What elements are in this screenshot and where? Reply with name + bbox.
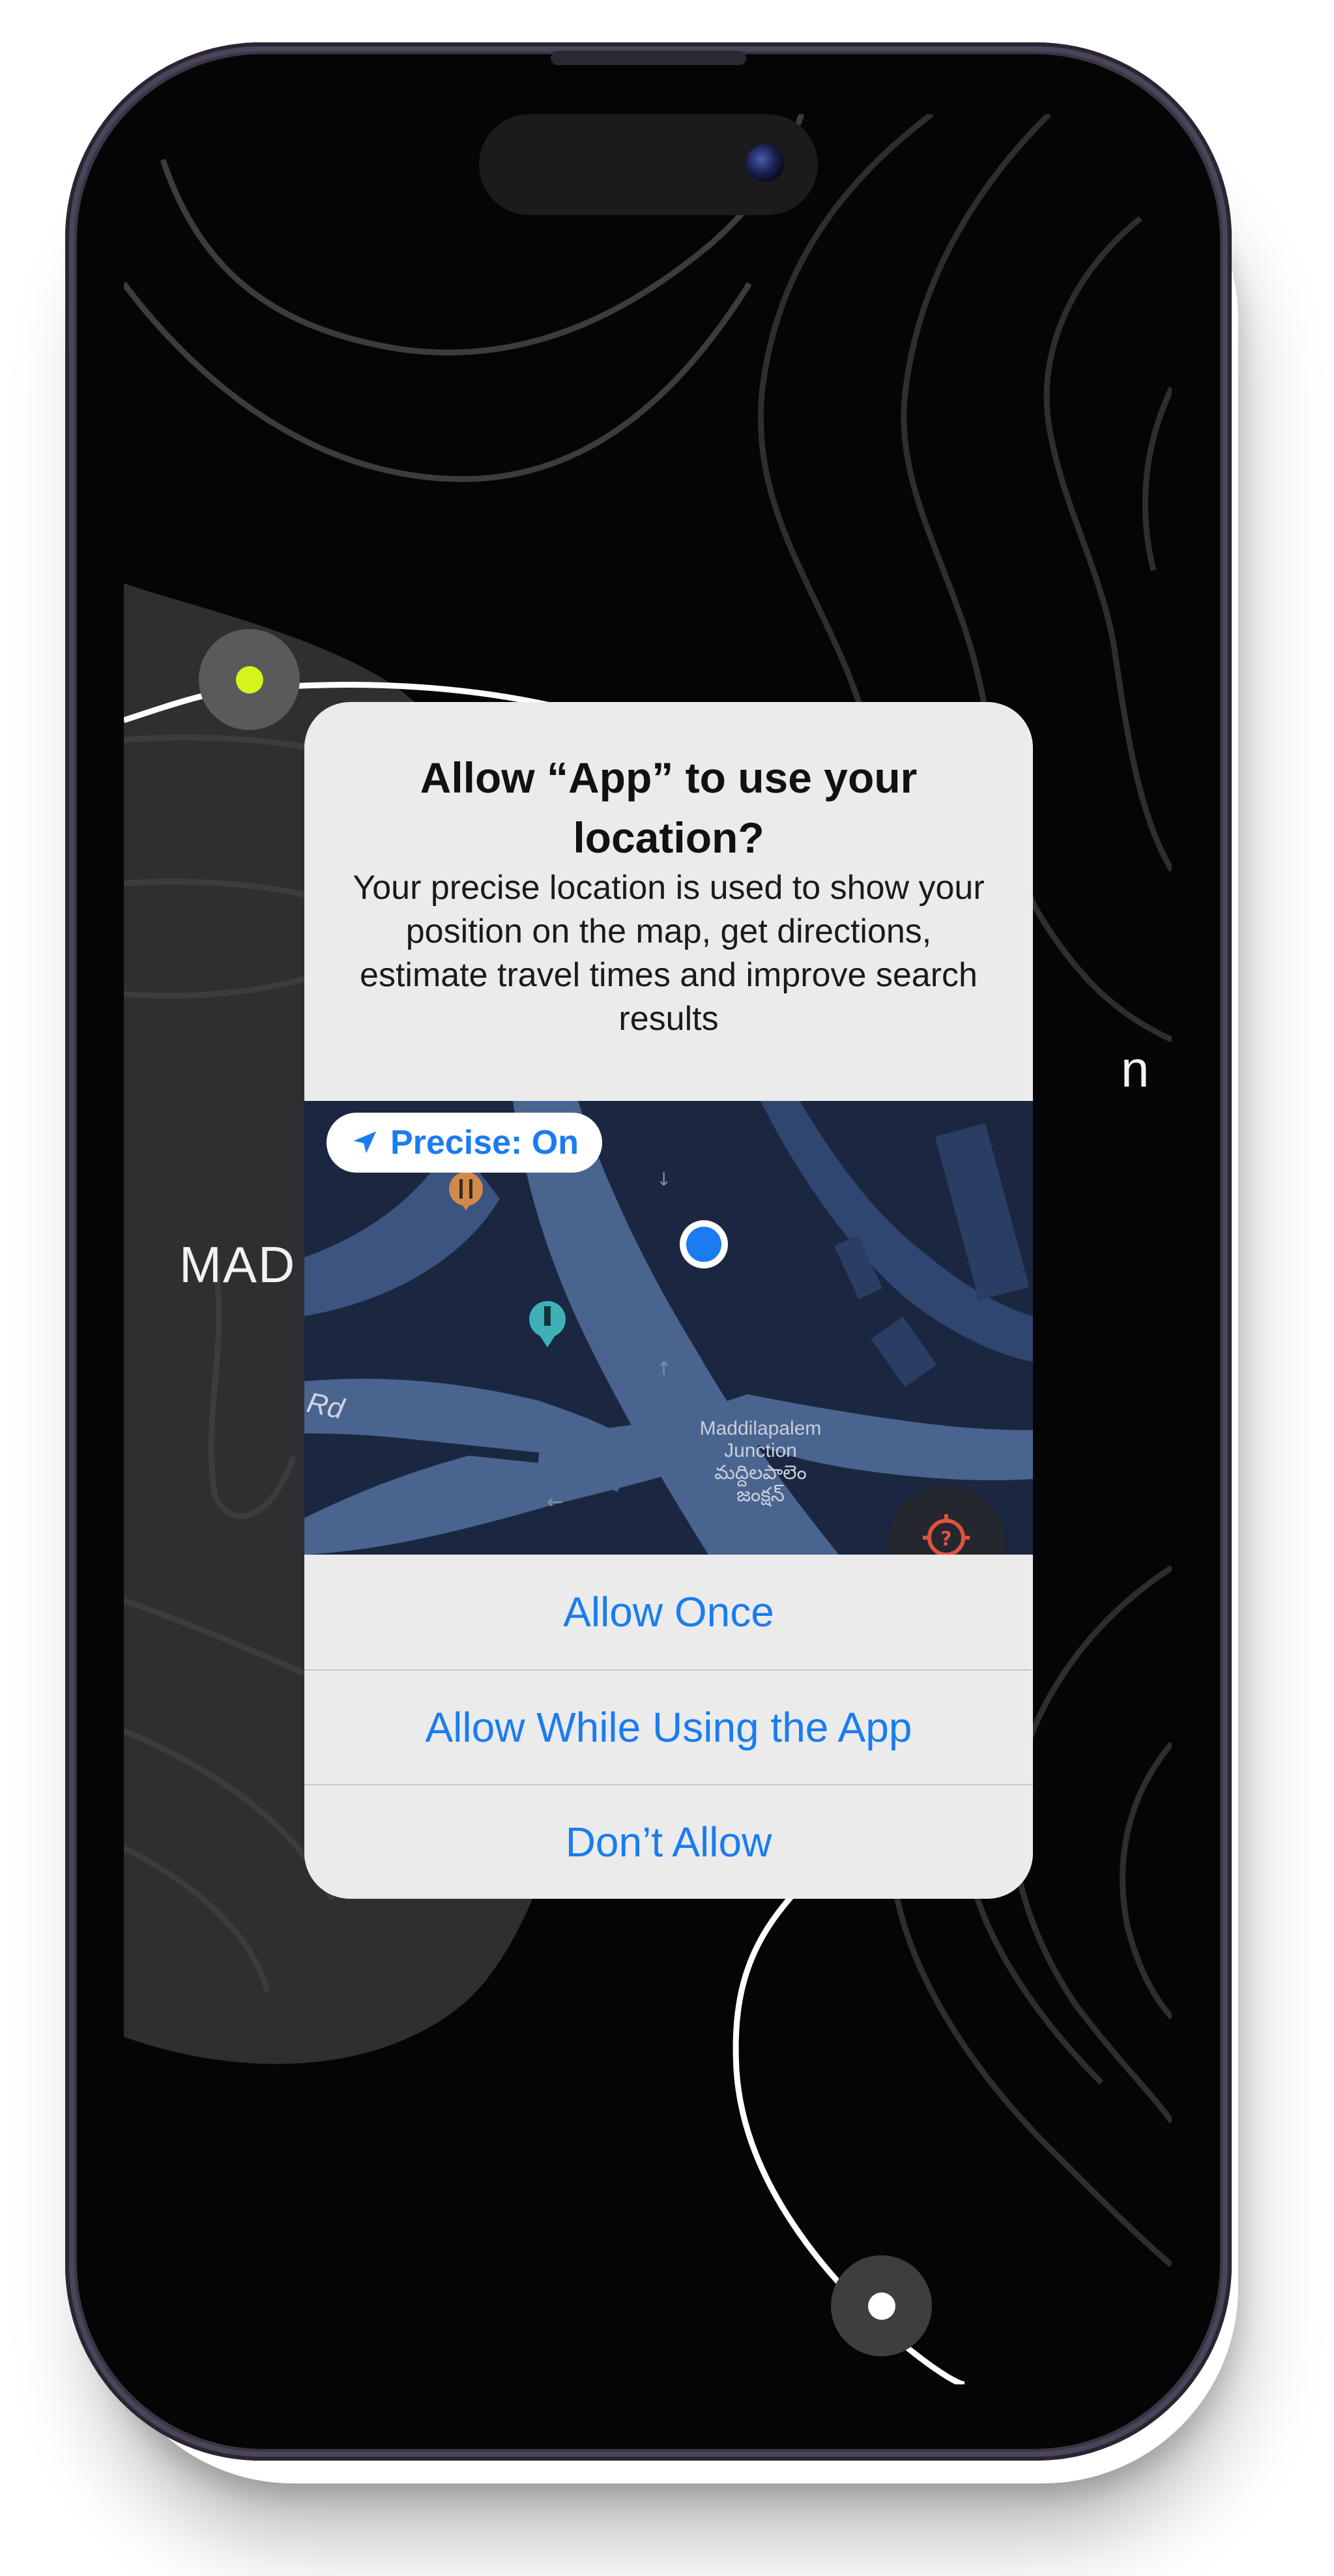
user-location-dot [686, 1227, 721, 1262]
direction-arrow-3: ↑ [656, 1358, 671, 1379]
origin-dot [236, 666, 263, 694]
direction-arrow-2: ↓ [656, 1169, 671, 1190]
junction-label-line4: జంక్షన్ [736, 1484, 785, 1506]
junction-label-line3: మద్దిలపాలెం [714, 1462, 807, 1484]
alert-button-group: Allow Once Allow While Using the App Don… [304, 1555, 1033, 1899]
dont-allow-button[interactable]: Don’t Allow [304, 1784, 1033, 1899]
map-locate-button[interactable]: ? [888, 1486, 1005, 1555]
phone-top-button [551, 51, 746, 65]
precise-toggle-label: Precise: On [390, 1124, 579, 1162]
location-arrow-icon [353, 1131, 377, 1154]
allow-once-button[interactable]: Allow Once [304, 1555, 1033, 1669]
precise-location-toggle[interactable]: Precise: On [326, 1113, 603, 1173]
destination-dot [868, 2292, 895, 2320]
svg-text:?: ? [940, 1528, 951, 1551]
map-label-mad: MAD [179, 1236, 297, 1293]
alert-map-preview: ← ↓ ↑ Rd Precise: On Maddilapalem Juncti… [304, 1101, 1033, 1555]
allow-while-using-button[interactable]: Allow While Using the App [304, 1669, 1033, 1784]
origin-pin[interactable] [199, 629, 300, 730]
crosshair-question-icon: ? [923, 1514, 970, 1555]
building-3 [871, 1316, 937, 1388]
junction-label: Maddilapalem Junction మద్దిలపాలెం జంక్షన… [682, 1418, 839, 1506]
destination-pin[interactable] [831, 2255, 932, 2356]
direction-arrow-1: ← [547, 1491, 563, 1514]
alert-message: Your precise location is used to show yo… [353, 869, 985, 1038]
alert-title: Allow “App” to use your location? [420, 754, 918, 862]
location-permission-alert: Allow “App” to use your location? Your p… [304, 702, 1033, 1899]
junction-label-line2: Junction [724, 1440, 797, 1461]
alert-header: Allow “App” to use your location? Your p… [304, 702, 1033, 1101]
monument-icon [529, 1301, 566, 1347]
map-label-partial: n [1121, 1040, 1150, 1098]
junction-label-line1: Maddilapalem [699, 1418, 822, 1439]
camera-lens [746, 144, 784, 182]
